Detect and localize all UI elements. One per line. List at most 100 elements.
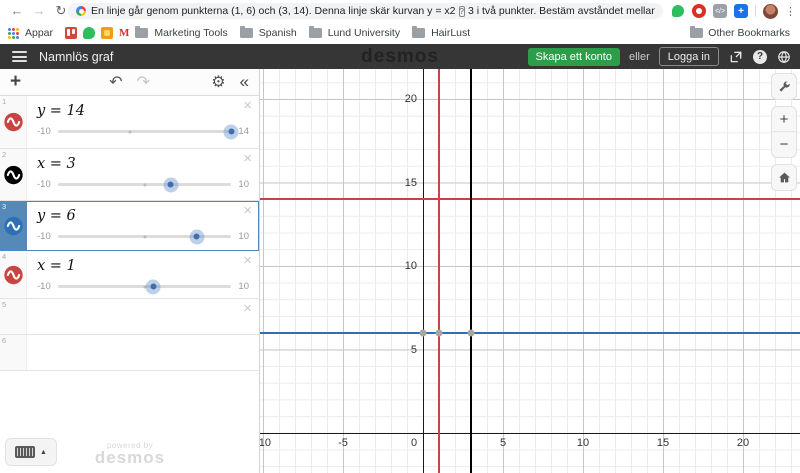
orange-bookmark-icon[interactable] (101, 27, 113, 39)
slider-track[interactable] (58, 130, 232, 133)
expression-row[interactable]: 6 (0, 335, 259, 371)
expression-gutter[interactable]: 1 (0, 96, 27, 148)
bookmark-folder-marketing[interactable]: Marketing Tools (154, 27, 227, 39)
y-axis-tick-label: 5 (260, 344, 417, 356)
hamburger-menu-icon[interactable] (12, 51, 27, 62)
slider-knob[interactable] (163, 177, 178, 192)
expression-content[interactable] (27, 335, 259, 370)
intersection-point[interactable] (420, 329, 427, 336)
slider-max-label[interactable]: 10 (238, 231, 249, 242)
collapse-panel-icon[interactable]: « (240, 72, 249, 92)
graph-line-y=14[interactable] (260, 198, 800, 201)
expression-row[interactable]: 1 ×y = 14 -10 14 (0, 96, 259, 149)
other-bookmarks-label: Other Bookmarks (708, 27, 790, 39)
close-icon[interactable]: × (243, 99, 252, 113)
expression-content[interactable]: ×y = 6 -10 10 (27, 201, 259, 250)
slider-min-label[interactable]: -10 (37, 231, 51, 242)
apps-grid-icon[interactable] (8, 28, 19, 39)
close-icon[interactable]: × (243, 152, 252, 166)
other-bookmarks[interactable]: Other Bookmarks (690, 27, 790, 39)
slider-zero-mark (129, 130, 132, 133)
expression-row[interactable]: 4 ×x = 1 -10 10 (0, 251, 259, 299)
expression-latex[interactable]: y = 6 (37, 208, 251, 224)
graph-title[interactable]: Namnlös graf (39, 50, 113, 64)
bookmark-apps-label[interactable]: Appar (25, 27, 53, 39)
expression-latex[interactable]: y = 14 (37, 103, 251, 119)
slider-track[interactable] (58, 235, 232, 238)
slider-knob[interactable] (189, 229, 204, 244)
share-icon[interactable] (728, 49, 744, 65)
slider-max-label[interactable]: 14 (238, 126, 249, 137)
expression-row[interactable]: 2 ×x = 3 -10 10 (0, 149, 259, 201)
red-circle-extension-icon[interactable] (692, 4, 706, 18)
close-icon[interactable]: × (243, 204, 252, 218)
sine-wave-icon[interactable] (3, 164, 24, 185)
bookmark-folder-spanish[interactable]: Spanish (259, 27, 297, 39)
slider-track[interactable] (58, 183, 232, 186)
sine-wave-icon[interactable] (3, 112, 24, 133)
x-axis-tick-label: 15 (657, 437, 669, 449)
expression-gutter[interactable]: 4 (0, 251, 27, 298)
add-expression-button[interactable]: + (10, 71, 21, 93)
home-viewport-button[interactable] (771, 164, 797, 191)
expression-gutter[interactable]: 5 (0, 299, 27, 334)
sine-wave-icon[interactable] (3, 264, 24, 285)
login-button[interactable]: Logga in (659, 47, 719, 66)
expression-gutter[interactable]: 2 (0, 149, 27, 200)
expression-content[interactable]: ×y = 14 -10 14 (27, 96, 259, 148)
graph-line-x=3[interactable] (470, 69, 473, 473)
close-icon[interactable]: × (243, 254, 252, 268)
expression-gutter[interactable]: 3 (0, 201, 27, 250)
slider-min-label[interactable]: -10 (37, 281, 51, 292)
help-icon[interactable]: ? (753, 50, 767, 64)
signup-button[interactable]: Skapa ett konto (528, 48, 620, 66)
intersection-point[interactable] (436, 329, 443, 336)
profile-avatar[interactable] (763, 4, 778, 19)
slider-track[interactable] (58, 285, 232, 288)
close-icon[interactable]: × (243, 302, 252, 316)
graph-line-y=6[interactable] (260, 332, 800, 335)
code-extension-icon[interactable]: </> (713, 4, 727, 18)
expression-row[interactable]: 5× (0, 299, 259, 335)
x-axis-tick-label: -5 (338, 437, 348, 449)
gmail-bookmark-icon[interactable]: M (119, 27, 129, 39)
slider-knob[interactable] (146, 279, 161, 294)
undo-button[interactable]: ↶ (109, 72, 122, 92)
bookmark-folder-lund[interactable]: Lund University (328, 27, 400, 39)
expression-row[interactable]: 3 ×y = 6 -10 10 (0, 201, 259, 251)
globe-icon[interactable] (776, 49, 792, 65)
back-icon[interactable]: ← (6, 1, 28, 21)
address-bar[interactable]: En linje går genom punkterna (1, 6) och … (68, 3, 663, 19)
keyboard-toggle-button[interactable]: ▲ (5, 438, 57, 466)
zoom-in-button[interactable]: + (772, 107, 796, 132)
slider-min-label[interactable]: -10 (37, 179, 51, 190)
bookmark-folder-hairlust[interactable]: HairLust (431, 27, 470, 39)
forward-icon[interactable]: → (28, 1, 50, 21)
redo-button[interactable]: ↷ (137, 72, 150, 92)
plus-extension-icon[interactable]: + (734, 4, 748, 18)
expression-content[interactable]: ×x = 1 -10 10 (27, 251, 259, 298)
slider-max-label[interactable]: 10 (238, 179, 249, 190)
browser-menu-icon[interactable]: ⋮ (785, 5, 796, 18)
expression-index: 4 (2, 252, 6, 261)
url-text-1: En linje går genom punkterna (1, 6) och … (91, 5, 456, 17)
graph-line-x=1[interactable] (438, 69, 441, 473)
folder-icon (240, 28, 253, 38)
slider-knob[interactable] (224, 124, 239, 139)
expression-latex[interactable]: x = 3 (37, 156, 251, 172)
expression-gutter[interactable]: 6 (0, 335, 27, 370)
slider-min-label[interactable]: -10 (37, 126, 51, 137)
evernote-extension-icon[interactable] (671, 4, 685, 18)
graph-settings-button[interactable] (771, 73, 797, 100)
zoom-out-button[interactable]: − (772, 132, 796, 157)
slider-max-label[interactable]: 10 (238, 281, 249, 292)
graph-canvas[interactable]: -10-5051015205101520 (260, 69, 800, 473)
expression-content[interactable]: × (27, 299, 259, 334)
expression-latex[interactable]: x = 1 (37, 258, 251, 274)
trello-bookmark-icon[interactable] (65, 27, 77, 39)
sine-wave-icon[interactable] (3, 215, 24, 236)
settings-gear-icon[interactable]: ⚙ (211, 72, 225, 92)
intersection-point[interactable] (468, 329, 475, 336)
expression-content[interactable]: ×x = 3 -10 10 (27, 149, 259, 200)
evernote-bookmark-icon[interactable] (83, 27, 95, 39)
